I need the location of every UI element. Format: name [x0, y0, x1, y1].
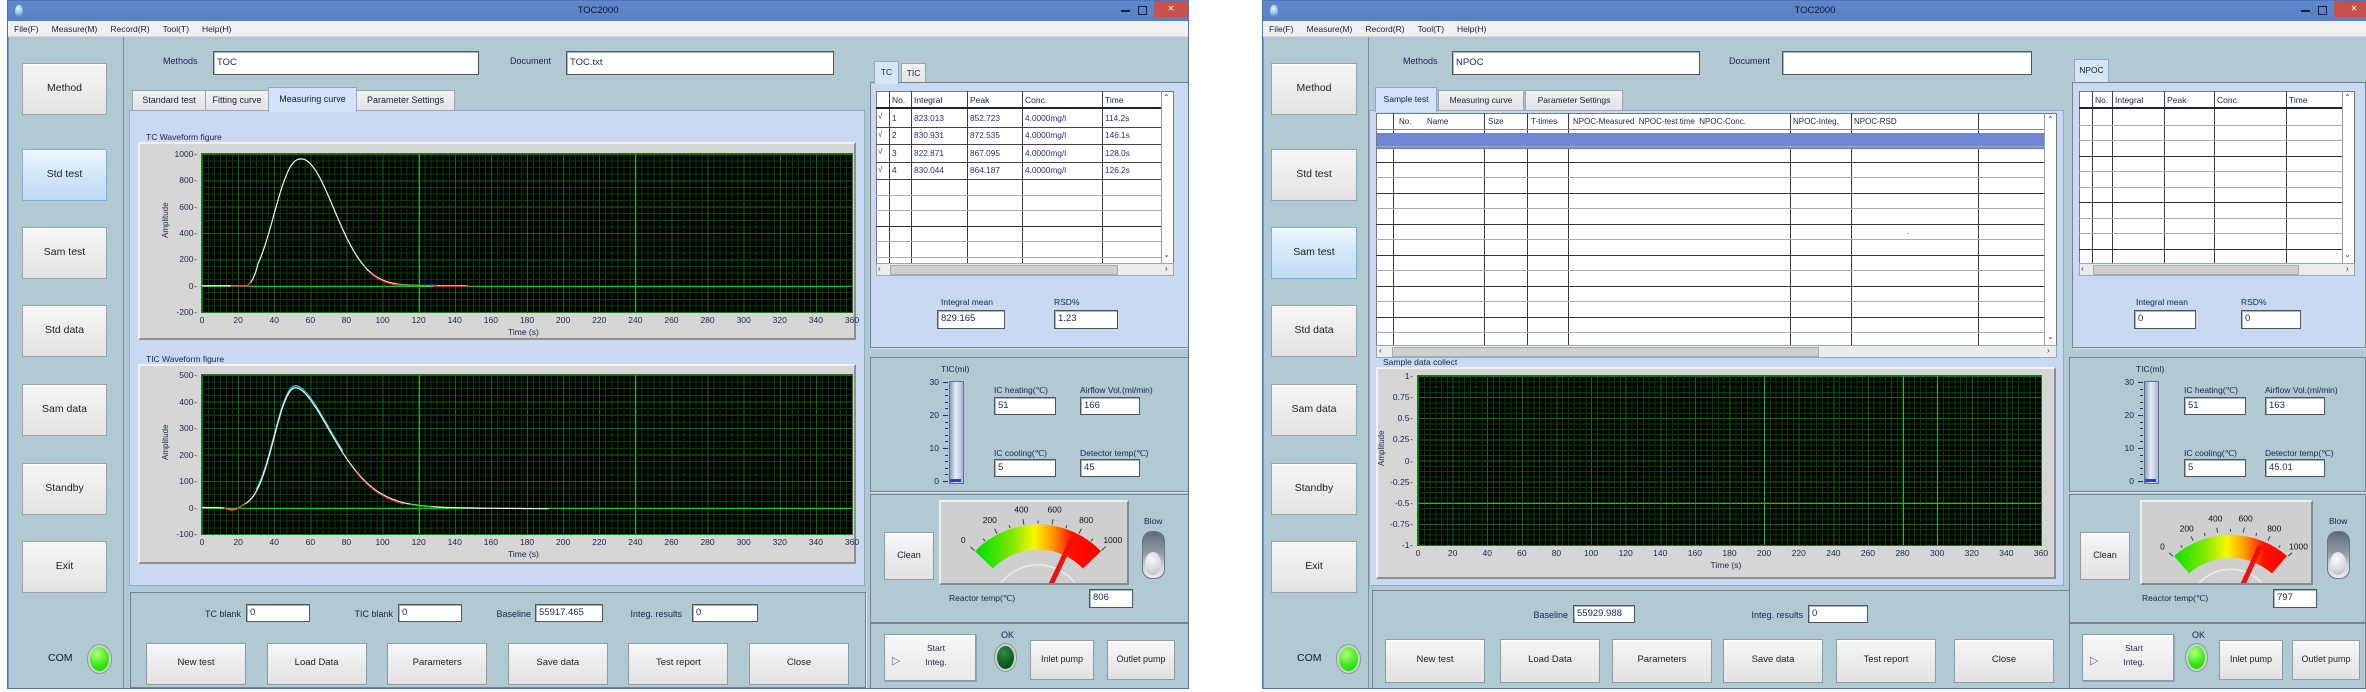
svg-text:0: 0: [2160, 541, 2165, 551]
svg-text:800: 800: [1079, 515, 1093, 525]
svg-text:200: 200: [2180, 523, 2194, 533]
svg-text:1000: 1000: [1103, 535, 1122, 545]
svg-text:600: 600: [1048, 504, 1062, 514]
svg-text:800: 800: [2267, 523, 2281, 533]
svg-text:1000: 1000: [2289, 541, 2308, 551]
svg-text:0: 0: [961, 535, 966, 545]
svg-text:400: 400: [1014, 504, 1028, 514]
svg-text:200: 200: [983, 515, 997, 525]
svg-text:400: 400: [2208, 514, 2222, 524]
svg-text:600: 600: [2239, 514, 2253, 524]
